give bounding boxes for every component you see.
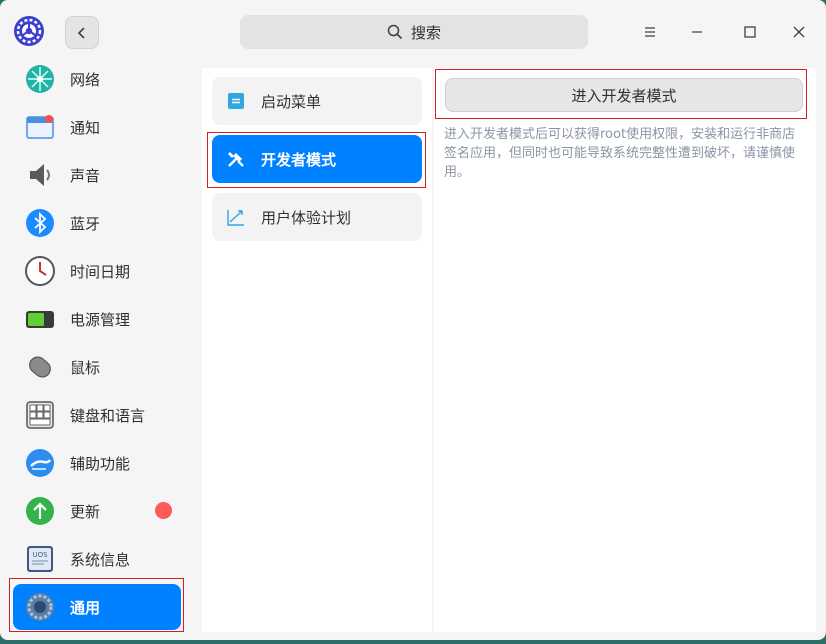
menu-button[interactable] [638,20,662,44]
search-icon [387,24,403,40]
speaker-icon [30,164,50,186]
sidebar-item-system-info[interactable]: UOS 系统信息 [13,535,181,583]
sidebar-item-power[interactable]: 电源管理 [13,295,181,343]
sidebar-item-label: 辅助功能 [70,454,131,473]
sidebar-item-notification[interactable]: 通知 [13,103,181,151]
title-bar: 搜索 [0,0,826,62]
sidebar-item-label: 系统信息 [70,550,131,569]
content-panel: 进入开发者模式 进入开发者模式后可以获得root使用权限，安装和运行非商店签名应… [434,68,816,632]
minimize-icon [692,31,702,33]
sidebar-item-keyboard[interactable]: 键盘和语言 [13,391,181,439]
close-button[interactable] [787,20,811,44]
menu-item-user-experience[interactable]: 用户体验计划 [212,193,422,241]
close-icon [793,26,805,38]
sidebar-item-general[interactable]: 通用 [13,584,181,630]
sidebar-item-update[interactable]: 更新 [13,487,181,535]
settings-window: 搜索 网络 通知 声音 蓝牙 时间日期 电源管理 鼠标 键盘和语言 辅助功能 更… [0,0,826,640]
system-info-icon-text: UOS [32,551,48,559]
menu-item-label: 用户体验计划 [261,208,352,227]
search-label: 搜索 [410,23,441,42]
accessibility-icon [26,449,54,477]
menu-item-boot-menu[interactable]: 启动菜单 [212,77,422,125]
mouse-icon [29,356,51,378]
general-gear-icon [26,593,54,621]
sidebar-item-label: 更新 [70,502,101,521]
tools-icon [228,152,244,167]
sidebar-item-label: 时间日期 [70,262,131,281]
sidebar-item-accessibility[interactable]: 辅助功能 [13,439,181,487]
maximize-button[interactable] [738,20,762,44]
chevron-left-icon [77,26,85,39]
sidebar-item-label: 鼠标 [70,358,101,377]
chart-trend-icon [227,210,244,226]
hamburger-menu-icon [645,27,655,37]
sidebar-item-label: 键盘和语言 [70,406,146,425]
developer-mode-description: 进入开发者模式后可以获得root使用权限，安装和运行非商店签名应用，但同时也可能… [444,127,796,180]
sidebar-item-label: 通用 [70,598,101,617]
search-field[interactable]: 搜索 [240,15,588,49]
sidebar-item-label: 电源管理 [70,310,131,329]
sidebar-item-label: 蓝牙 [70,214,101,233]
sidebar-item-mouse[interactable]: 鼠标 [13,343,181,391]
network-icon [26,65,54,93]
menu-item-label: 开发者模式 [261,150,337,169]
sidebar-item-label: 声音 [70,166,101,185]
sidebar-item-label: 通知 [70,118,101,137]
control-center-logo-icon [13,15,45,47]
menu-item-label: 启动菜单 [261,92,322,111]
enter-developer-mode-button[interactable]: 进入开发者模式 [445,78,803,112]
sidebar-item-bluetooth[interactable]: 蓝牙 [13,199,181,247]
boot-menu-icon [228,93,244,109]
maximize-icon [744,26,756,38]
sidebar-item-label: 网络 [70,70,101,89]
minimize-button[interactable] [685,20,709,44]
update-icon [26,497,54,525]
system-info-icon: UOS [27,546,53,572]
battery-icon [26,311,54,328]
sidebar-item-datetime[interactable]: 时间日期 [13,247,181,295]
clock-icon [25,256,55,286]
bluetooth-icon [26,209,54,237]
menu-item-developer-mode[interactable]: 开发者模式 [212,135,422,183]
back-button[interactable] [65,16,99,49]
update-badge [155,502,172,519]
sidebar: 网络 通知 声音 蓝牙 时间日期 电源管理 鼠标 键盘和语言 辅助功能 更新 U… [0,62,192,640]
sidebar-item-sound[interactable]: 声音 [13,151,181,199]
sidebar-item-network[interactable]: 网络 [13,55,181,103]
notification-icon [26,115,54,139]
sub-menu-panel: 启动菜单 开发者模式 用户体验计划 [202,68,432,632]
keyboard-icon [26,401,54,429]
